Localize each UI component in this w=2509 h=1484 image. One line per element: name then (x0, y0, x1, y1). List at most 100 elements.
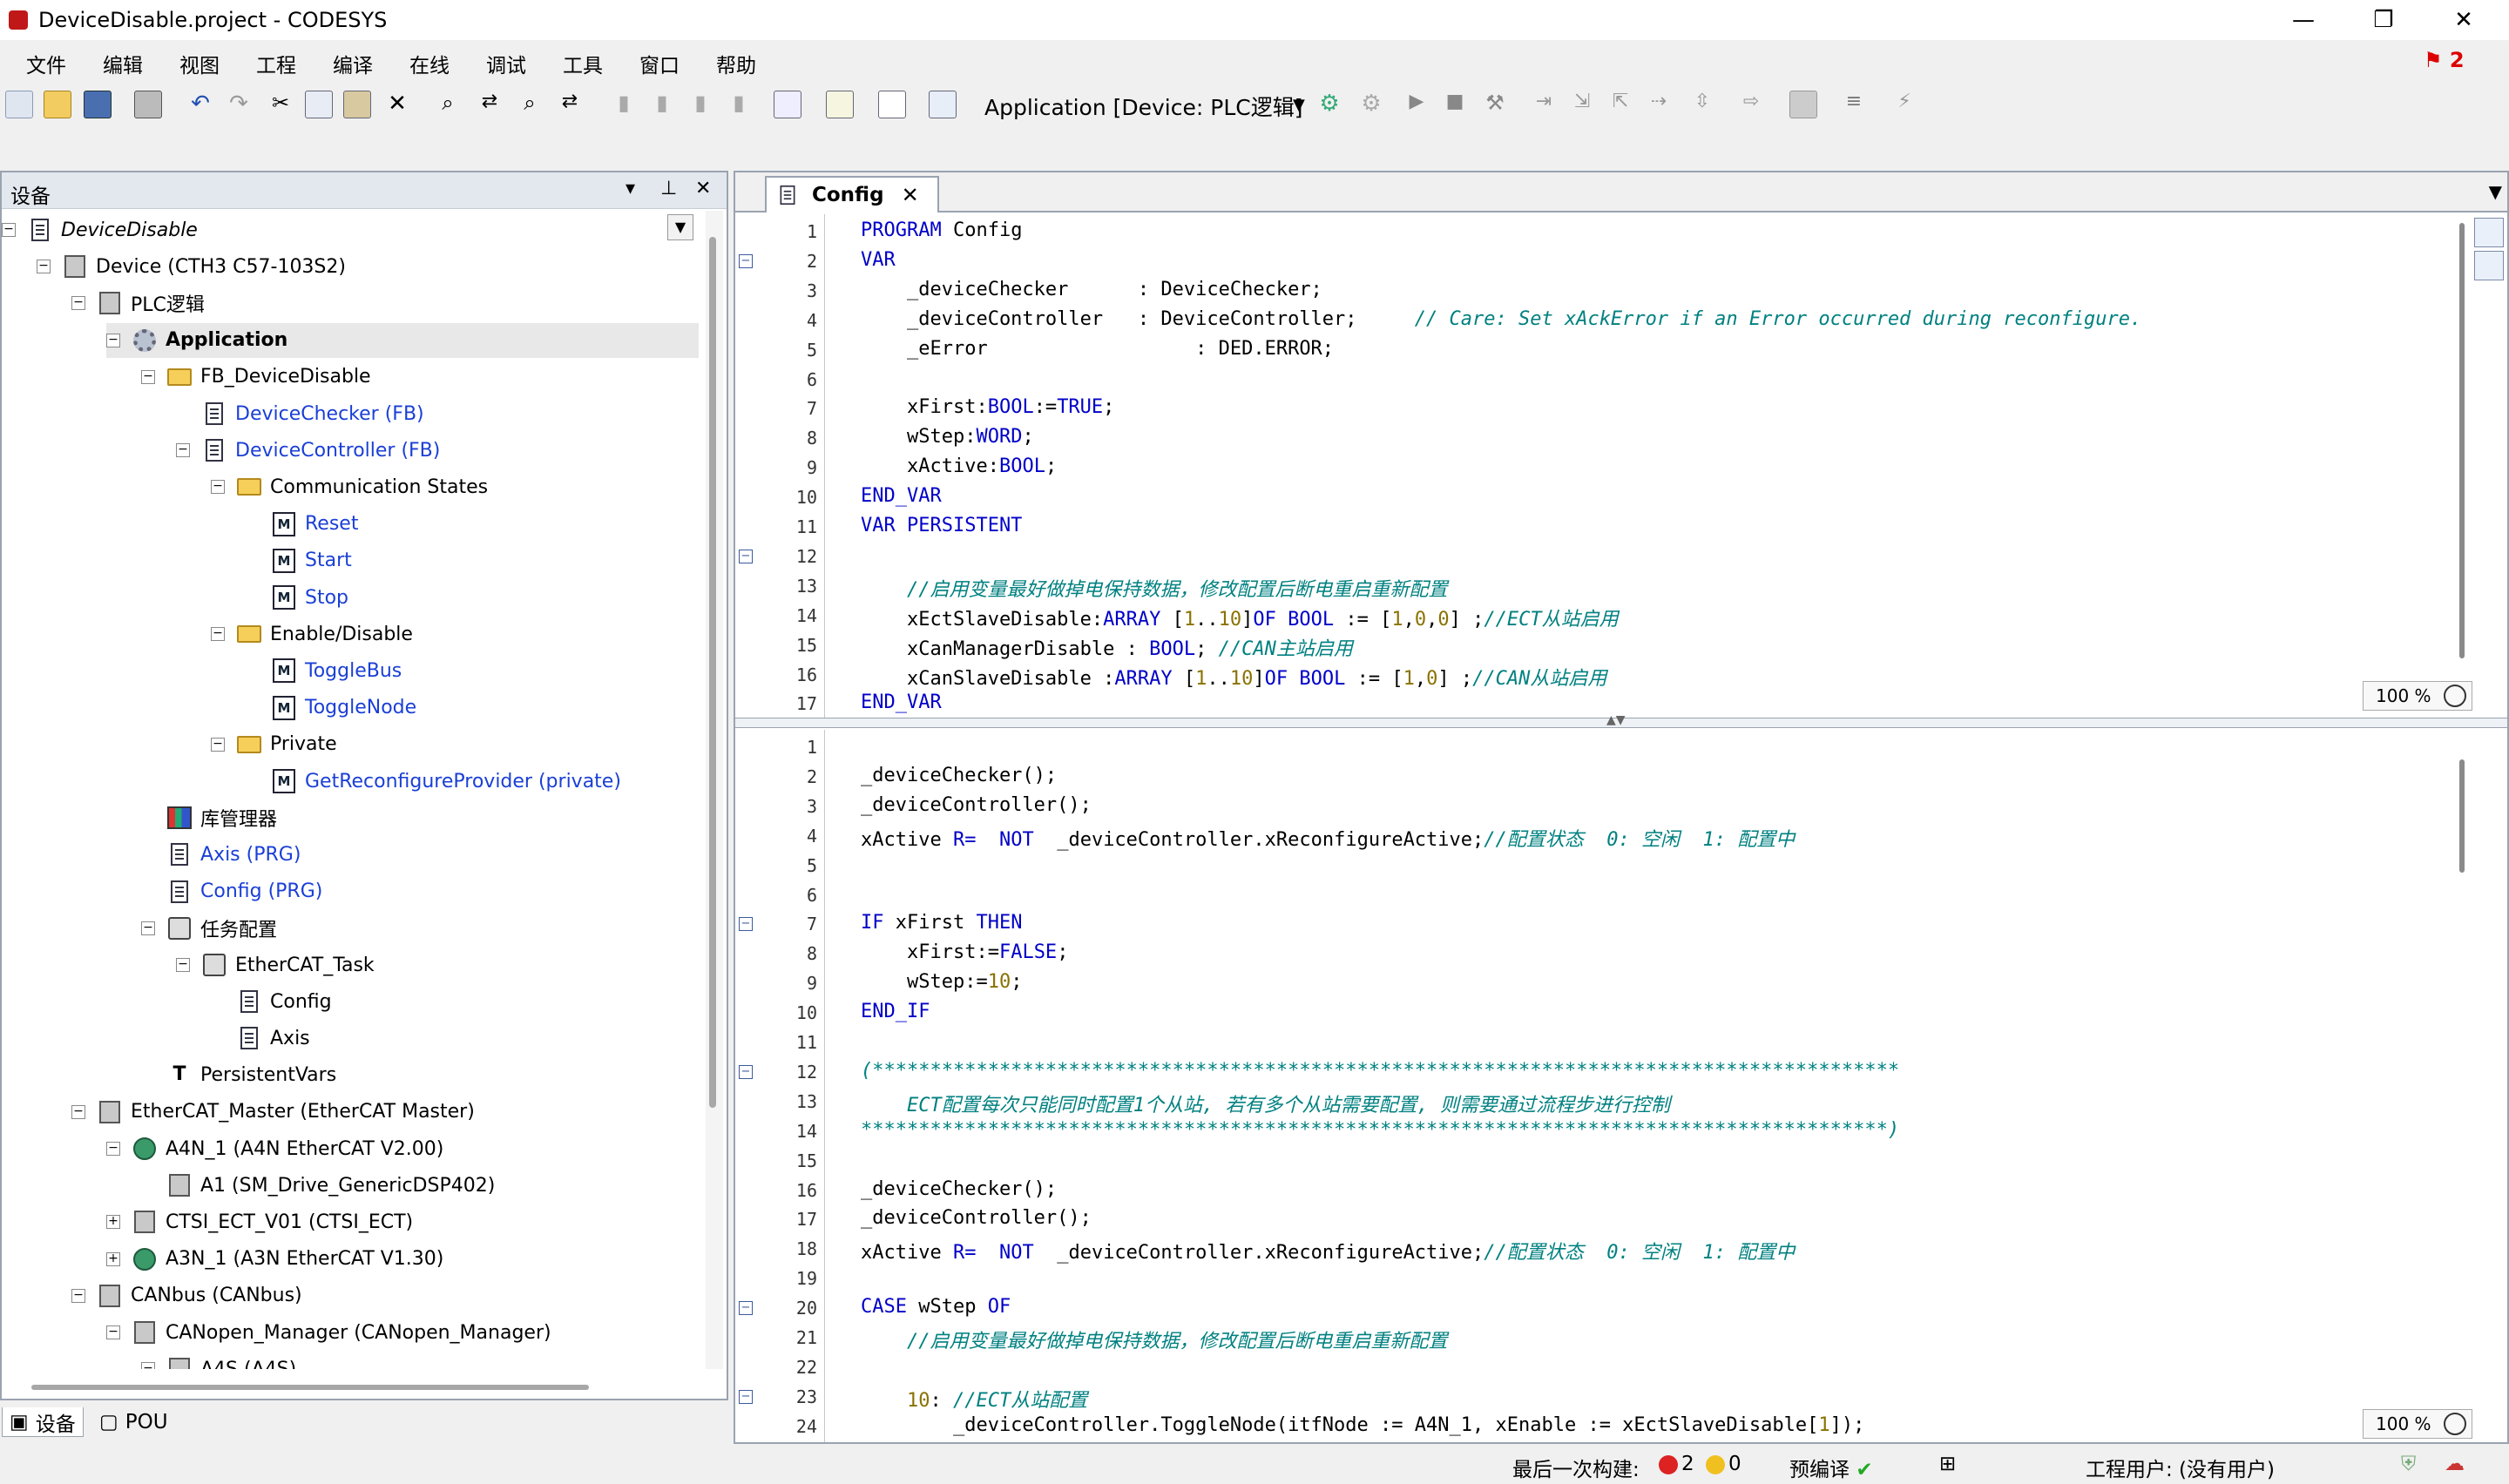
bookmark-icon[interactable]: ▮ (610, 91, 638, 118)
fold-toggle-icon[interactable]: − (739, 1389, 753, 1404)
minimize-button[interactable]: — (2269, 3, 2338, 37)
new-project-icon[interactable] (5, 91, 33, 118)
menu-file[interactable]: 文件 (26, 49, 66, 78)
copy-icon[interactable] (305, 91, 333, 118)
step-into-icon[interactable]: ⇲ (1568, 91, 1596, 118)
zoom-magnifier-icon[interactable] (2443, 1413, 2466, 1435)
tree-node[interactable]: − EtherCAT_Task (176, 948, 699, 982)
application-dropdown-icon[interactable]: ▼ (1293, 96, 1305, 114)
tree-node[interactable]: + A3N_1 (A3N EtherCAT V1.30) (106, 1242, 699, 1277)
code-line[interactable]: END_VAR (861, 485, 942, 507)
tree-node[interactable]: − Communication States (211, 469, 699, 504)
replace-in-project-icon[interactable]: ⇄ (556, 91, 584, 118)
code-line[interactable]: END_VAR (861, 691, 942, 713)
login-icon[interactable]: ⚙ (1315, 91, 1343, 118)
code-line[interactable]: _deviceChecker : DeviceChecker; (861, 279, 1322, 300)
stop-icon[interactable]: ■ (1441, 91, 1469, 118)
clear-bookmarks-icon[interactable]: ▮ (725, 91, 753, 118)
implementation-zoom[interactable]: 100 % (2363, 1409, 2472, 1439)
open-project-icon[interactable] (44, 91, 71, 118)
windows-icon[interactable] (774, 91, 801, 118)
declaration-scrollbar[interactable] (2457, 219, 2469, 672)
textual-view-icon[interactable] (2474, 218, 2504, 247)
code-line[interactable]: xActive R= NOT _deviceController.xReconf… (861, 824, 1795, 852)
find-icon[interactable]: ⌕ (434, 91, 462, 118)
paste-icon[interactable] (343, 91, 371, 118)
implementation-scroll-thumb[interactable] (2459, 759, 2465, 873)
code-line[interactable]: VAR PERSISTENT (861, 515, 1022, 536)
cloud-icon[interactable]: ☁ (2445, 1453, 2465, 1475)
breakpoint-icon[interactable]: ⇳ (1688, 91, 1716, 118)
find-in-project-icon[interactable]: ⌕ (516, 91, 544, 118)
tree-node[interactable]: Axis (PRG) (141, 837, 699, 872)
write-values-icon[interactable] (1789, 91, 1817, 118)
menu-view[interactable]: 视图 (179, 49, 220, 78)
implementation-pane[interactable]: 1 2 3 4 5 6 7−8 9 10 11 12−13 14 15 16 17 18 19 20−21 22 23… (735, 730, 2507, 1442)
menu-edit[interactable]: 编辑 (103, 49, 143, 78)
tree-node[interactable]: − CANbus (CANbus) (71, 1278, 699, 1313)
fold-toggle-icon[interactable]: − (739, 549, 753, 563)
fold-toggle-icon[interactable]: − (739, 1064, 753, 1079)
tree-node[interactable]: A1 (SM_Drive_GenericDSP402) (141, 1168, 699, 1203)
tree-node[interactable]: M ToggleBus (246, 653, 699, 688)
tree-node[interactable]: − Private (211, 727, 699, 762)
message-alarm[interactable]: ⚑ 2 (2424, 48, 2465, 72)
collapse-icon[interactable]: − (2, 223, 16, 237)
cut-icon[interactable]: ✂ (267, 91, 294, 118)
menu-debug[interactable]: 调试 (486, 49, 526, 78)
panel-menu-icon[interactable]: ▾ (626, 178, 635, 199)
network-icon[interactable]: ⊞ (1939, 1453, 1956, 1475)
tree-node[interactable]: 库管理器 (141, 800, 699, 835)
collapse-icon[interactable]: − (106, 333, 120, 347)
step-over-icon[interactable]: ⇥ (1530, 91, 1558, 118)
tree-node[interactable]: M ToggleNode (246, 691, 699, 725)
tree-node[interactable]: − Enable/Disable (211, 617, 699, 651)
tree-node[interactable]: − CANopen_Manager (CANopen_Manager) (106, 1315, 699, 1350)
collapse-icon[interactable]: − (71, 296, 85, 311)
code-line[interactable]: //启用变量最好做掉电保持数据，修改配置后断电重启重新配置 (861, 1325, 1448, 1353)
collapse-icon[interactable]: − (106, 1142, 120, 1156)
collapse-icon[interactable]: − (141, 1362, 155, 1369)
force-values-icon[interactable]: ≡ (1840, 91, 1868, 118)
collapse-icon[interactable]: − (71, 1104, 85, 1119)
delete-icon[interactable]: ✕ (383, 91, 411, 118)
tree-node[interactable]: + CTSI_ECT_V01 (CTSI_ECT) (106, 1204, 699, 1239)
logout-icon[interactable]: ⚙ (1357, 91, 1385, 118)
tree-node[interactable]: Axis (211, 1021, 699, 1056)
tree-node[interactable]: − DeviceDisable (2, 212, 699, 247)
collapse-icon[interactable]: − (141, 921, 155, 935)
tree-node[interactable]: M Stop (246, 580, 699, 615)
print-icon[interactable] (134, 91, 162, 118)
undo-icon[interactable]: ↶ (186, 91, 214, 118)
tree-node[interactable]: − A4S (A4S) (141, 1352, 699, 1369)
restore-button[interactable]: ❐ (2349, 3, 2418, 37)
reset-icon[interactable]: ⚒ (1481, 91, 1509, 118)
declaration-scroll-thumb[interactable] (2459, 223, 2465, 658)
code-line[interactable]: xActive:BOOL; (861, 455, 1057, 477)
tabular-view-icon[interactable] (2474, 251, 2504, 280)
pin-icon[interactable]: ⊥ (660, 178, 677, 199)
code-line[interactable]: _deviceChecker(); (861, 1178, 1057, 1200)
run-icon[interactable]: ▶ (1403, 91, 1430, 118)
expand-icon[interactable]: + (106, 1251, 120, 1266)
menu-online[interactable]: 在线 (409, 49, 450, 78)
code-line[interactable]: xFirst:=FALSE; (861, 941, 1068, 963)
tree-node[interactable]: − FB_DeviceDisable (141, 360, 699, 395)
code-line[interactable]: END_IF (861, 1001, 930, 1022)
code-line[interactable]: xFirst:BOOL:=TRUE; (861, 396, 1114, 418)
code-line[interactable]: PROGRAM Config (861, 219, 1022, 241)
tree-node[interactable]: − A4N_1 (A4N EtherCAT V2.00) (106, 1131, 699, 1166)
collapse-icon[interactable]: − (37, 260, 51, 274)
step-out-icon[interactable]: ⇱ (1606, 91, 1634, 118)
code-line[interactable]: _deviceController(); (861, 794, 1092, 816)
tree-node[interactable]: Config (211, 984, 699, 1019)
collapse-icon[interactable]: − (176, 958, 190, 972)
run-to-cursor-icon[interactable]: ⇢ (1645, 91, 1673, 118)
tree-node[interactable]: − EtherCAT_Master (EtherCAT Master) (71, 1095, 699, 1130)
fold-toggle-icon[interactable]: − (739, 1301, 753, 1316)
tree-node[interactable]: Config (PRG) (141, 874, 699, 909)
tab-pou[interactable]: ▢ POU (92, 1407, 175, 1437)
collapse-icon[interactable]: − (211, 480, 225, 495)
fold-toggle-icon[interactable]: − (739, 253, 753, 268)
menu-window[interactable]: 窗口 (639, 49, 680, 78)
